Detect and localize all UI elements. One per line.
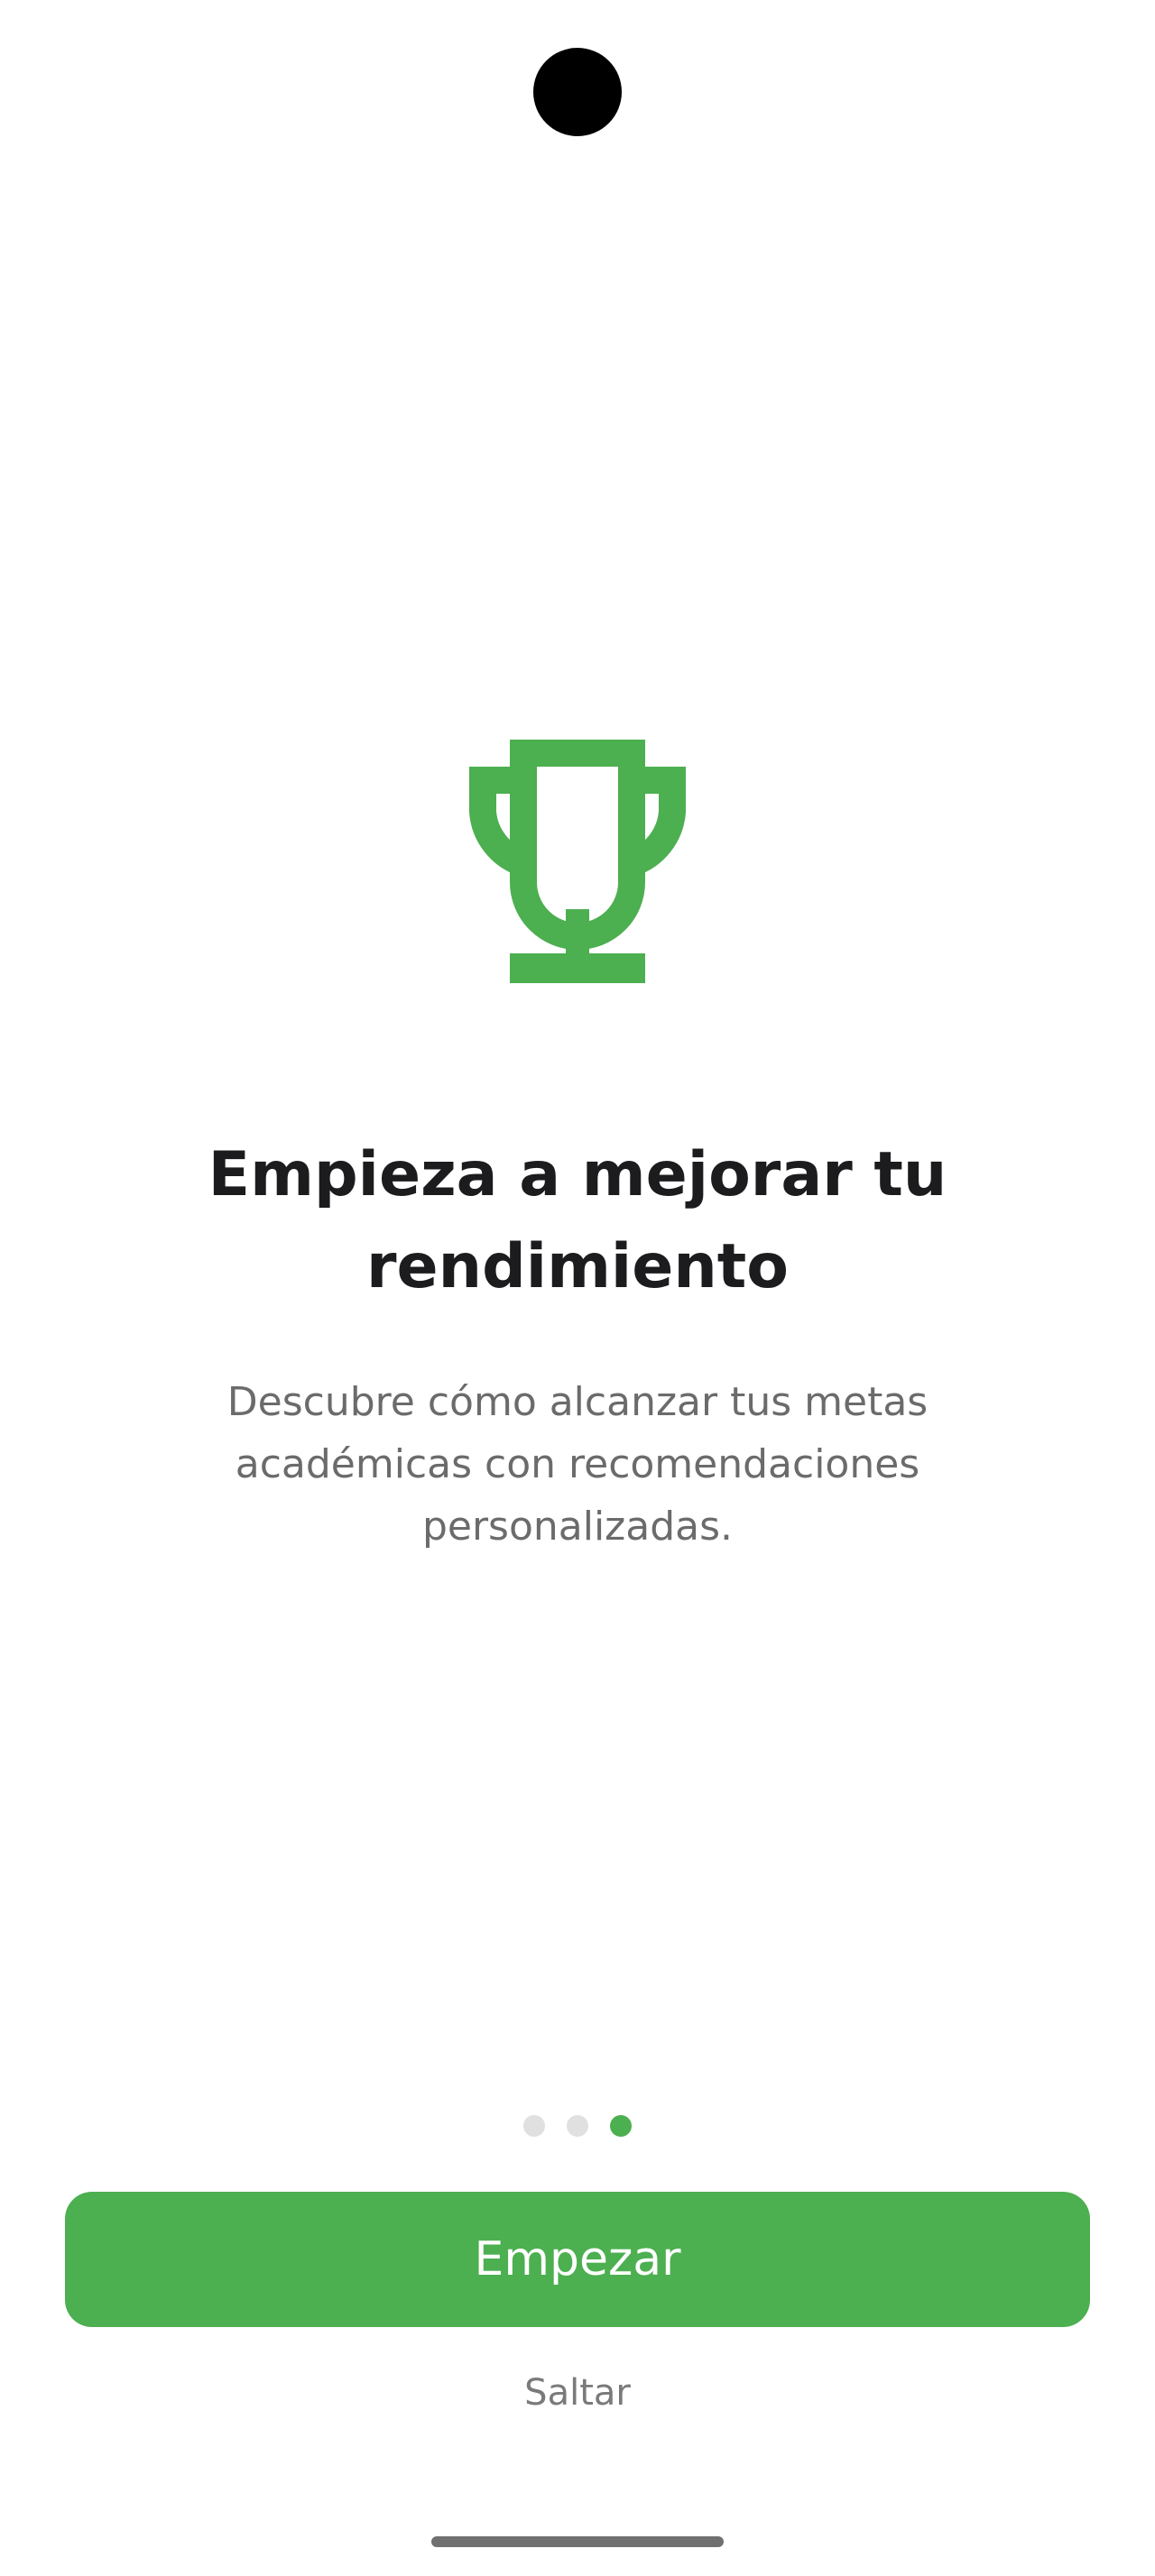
home-indicator[interactable] bbox=[431, 2536, 724, 2547]
skip-link[interactable]: Saltar bbox=[397, 2361, 758, 2424]
onboarding-title: Empieza a mejorar tu rendimiento bbox=[208, 1139, 947, 1302]
page-dot-1[interactable] bbox=[523, 2115, 545, 2137]
camera-cutout bbox=[533, 48, 622, 136]
start-button[interactable]: Empezar bbox=[65, 2192, 1090, 2327]
page-indicator bbox=[0, 2115, 1155, 2137]
trophy-icon bbox=[456, 740, 699, 983]
page-dot-2[interactable] bbox=[567, 2115, 588, 2137]
onboarding-description: Descubre cómo alcanzar tus metas académi… bbox=[226, 1379, 929, 1550]
page-dot-3-active[interactable] bbox=[610, 2115, 632, 2137]
